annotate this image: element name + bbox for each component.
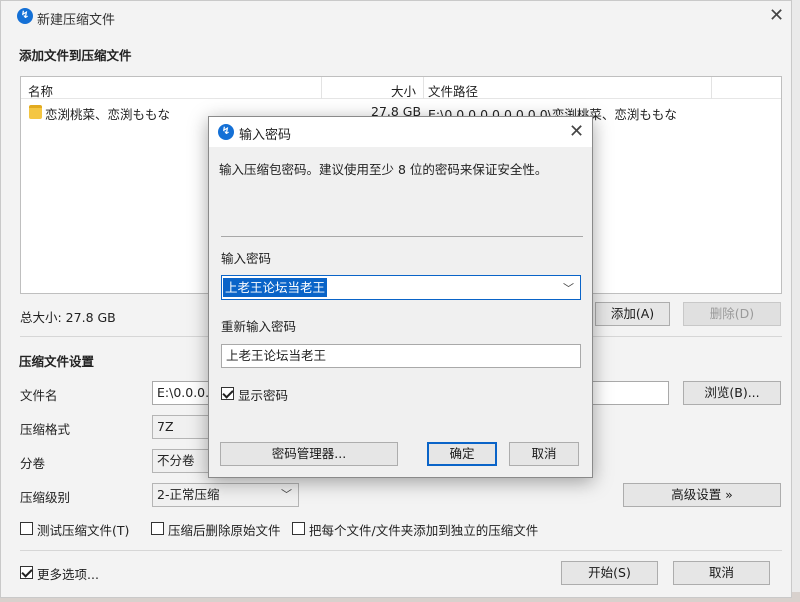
chevron-down-icon[interactable]: ﹀	[563, 280, 574, 296]
format-value: 7Z	[157, 419, 174, 434]
column-divider[interactable]	[423, 77, 424, 99]
add-files-heading: 添加文件到压缩文件	[19, 48, 132, 63]
window-title: 新建压缩文件	[37, 13, 116, 28]
ok-button[interactable]: 确定	[427, 442, 497, 466]
reenter-password-label: 重新输入密码	[221, 319, 297, 334]
test-archive-label[interactable]: 测试压缩文件(T)	[37, 520, 129, 539]
app-logo-icon: ↯	[218, 124, 234, 140]
chevron-down-icon: ﹀	[281, 488, 292, 501]
dialog-titlebar[interactable]: ↯ 输入密码 ✕	[209, 117, 592, 147]
file-list-header: 名称 大小 文件路径	[21, 77, 781, 99]
password-label: 输入密码	[221, 251, 272, 266]
column-divider[interactable]	[321, 77, 322, 99]
level-select[interactable]: 2-正常压缩 ﹀	[152, 483, 299, 507]
level-label: 压缩级别	[20, 490, 71, 505]
dialog-cancel-button[interactable]: 取消	[509, 442, 579, 466]
start-button[interactable]: 开始(S)	[561, 561, 658, 585]
format-select[interactable]: 7Z	[152, 415, 212, 439]
password-input[interactable]: 上老王论坛当老王 ﹀	[221, 275, 581, 300]
archive-settings-heading: 压缩文件设置	[19, 354, 95, 369]
delete-after-label[interactable]: 压缩后删除原始文件	[168, 520, 281, 539]
split-label: 分卷	[20, 456, 46, 471]
delete-button[interactable]: 删除(D)	[683, 302, 781, 326]
separate-archives-label[interactable]: 把每个文件/文件夹添加到独立的压缩文件	[309, 520, 538, 539]
close-icon[interactable]: ✕	[569, 123, 584, 141]
total-size: 总大小: 27.8 GB	[20, 310, 116, 325]
close-icon[interactable]: ✕	[769, 7, 784, 25]
dialog-description: 输入压缩包密码。建议使用至少 8 位的密码来保证安全性。	[219, 162, 548, 177]
test-archive-checkbox[interactable]	[20, 522, 33, 535]
separate-archives-checkbox[interactable]	[292, 522, 305, 535]
show-password-checkbox[interactable]	[221, 387, 234, 400]
advanced-settings-button[interactable]: 高级设置 »	[623, 483, 781, 507]
file-name: 恋渕桃菜、恋渕ももな	[45, 107, 171, 122]
column-divider[interactable]	[711, 77, 712, 99]
add-button[interactable]: 添加(A)	[595, 302, 670, 326]
password-dialog: ↯ 输入密码 ✕ 输入压缩包密码。建议使用至少 8 位的密码来保证安全性。 输入…	[208, 116, 593, 478]
column-header-name[interactable]: 名称	[28, 81, 53, 100]
column-header-size[interactable]: 大小	[391, 81, 416, 100]
show-password-label[interactable]: 显示密码	[238, 385, 288, 404]
password-value: 上老王论坛当老王	[223, 278, 328, 297]
window-titlebar[interactable]: ↯ 新建压缩文件 ✕	[1, 1, 791, 33]
password-manager-button[interactable]: 密码管理器...	[220, 442, 398, 466]
reenter-password-input[interactable]: 上老王论坛当老王	[221, 344, 581, 368]
app-logo-icon: ↯	[17, 8, 33, 24]
more-options-label[interactable]: 更多选项...	[37, 564, 99, 583]
divider	[221, 236, 583, 237]
delete-after-checkbox[interactable]	[151, 522, 164, 535]
cancel-button[interactable]: 取消	[673, 561, 770, 585]
filename-label: 文件名	[20, 388, 58, 403]
split-select[interactable]: 不分卷	[152, 449, 212, 473]
folder-icon	[29, 105, 42, 119]
browse-button[interactable]: 浏览(B)...	[683, 381, 781, 405]
divider	[20, 550, 782, 551]
split-value: 不分卷	[157, 453, 195, 468]
column-header-path[interactable]: 文件路径	[428, 81, 478, 100]
format-label: 压缩格式	[20, 422, 71, 437]
dialog-title: 输入密码	[239, 128, 292, 143]
more-options-checkbox[interactable]	[20, 566, 33, 579]
level-value: 2-正常压缩	[157, 487, 220, 502]
